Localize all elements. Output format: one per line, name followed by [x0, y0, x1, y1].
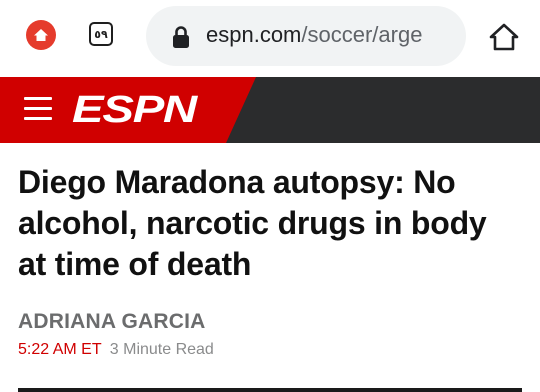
tab-switcher-button[interactable]: ٥٩: [89, 22, 113, 46]
url-path: /soccer/arge: [301, 22, 423, 47]
lock-icon: [173, 26, 189, 48]
tab-count-label: ٥٩: [94, 28, 108, 41]
url-host: espn.com: [206, 22, 302, 47]
article-headline: Diego Maradona autopsy: No alcohol, narc…: [18, 164, 487, 282]
article-author[interactable]: ADRIANA GARCIA: [18, 310, 206, 334]
address-bar[interactable]: espn.com/soccer/arge: [146, 6, 466, 66]
home-icon[interactable]: [488, 22, 520, 52]
espn-logo-text: ESPN: [72, 92, 199, 126]
brave-home-button[interactable]: [26, 20, 56, 50]
url-text: espn.com/soccer/arge: [206, 22, 422, 48]
brave-home-icon: [34, 29, 48, 41]
browser-toolbar: ٥٩ espn.com/soccer/arge: [0, 0, 540, 76]
article-meta: 5:22 AM ET 3 Minute Read: [18, 341, 214, 359]
article-timestamp: 5:22 AM ET: [18, 341, 102, 358]
content-divider: [18, 388, 522, 392]
espn-site-header: ESPN: [0, 77, 540, 143]
article-read-time: 3 Minute Read: [109, 341, 214, 358]
espn-logo[interactable]: ESPN: [72, 92, 200, 126]
menu-icon[interactable]: [24, 97, 52, 121]
